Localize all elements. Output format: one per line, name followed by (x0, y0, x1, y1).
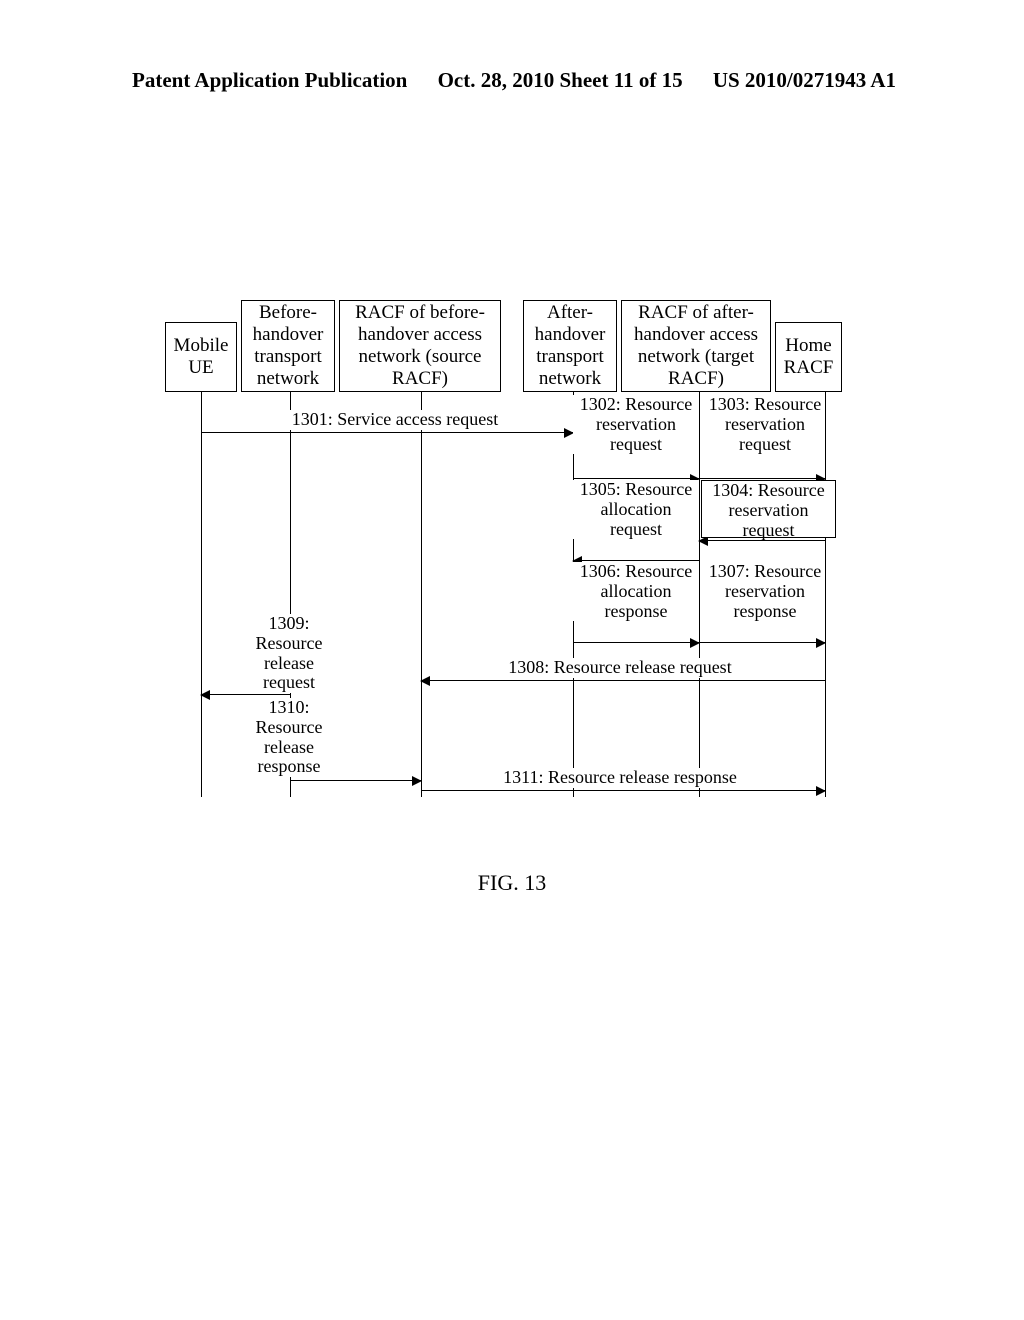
lifeline-home-racf (825, 392, 826, 797)
participants-row: Mobile UE Before-handover transport netw… (165, 300, 860, 392)
label-1308: 1308: Resource release request (435, 658, 805, 678)
label-1303: 1303: Resource reservation request (705, 395, 825, 454)
label: RACF of before-handover access network (… (340, 302, 500, 389)
label: Home RACF (776, 335, 841, 379)
participant-after-transport: After-handover transport network (523, 300, 617, 392)
figure-caption: FIG. 13 (0, 870, 1024, 896)
label-1302: 1302: Resource reservation request (573, 395, 699, 454)
label-1309: 1309: Resource release request (241, 614, 337, 693)
label-1307: 1307: Resource reservation response (705, 562, 825, 621)
label: Mobile UE (166, 335, 236, 379)
participant-source-racf: RACF of before-handover access network (… (339, 300, 501, 392)
sequence-diagram: Mobile UE Before-handover transport netw… (165, 300, 860, 800)
page-header: Patent Application Publication Oct. 28, … (0, 68, 1024, 93)
lifeline-target-racf (699, 392, 700, 797)
arrow-1308 (421, 680, 825, 681)
lifeline-mobile-ue (201, 392, 202, 797)
participant-before-transport: Before-handover transport network (241, 300, 335, 392)
arrow-1307 (699, 642, 825, 643)
label-1306: 1306: Resource allocation response (573, 562, 699, 621)
header-center-text: Oct. 28, 2010 Sheet 11 of 15 (438, 68, 683, 93)
participant-target-racf: RACF of after-handover access network (t… (621, 300, 771, 392)
page: Patent Application Publication Oct. 28, … (0, 0, 1024, 1320)
label-1305: 1305: Resource allocation request (573, 480, 699, 539)
label-1301: 1301: Service access request (255, 410, 535, 430)
arrow-1301 (201, 432, 573, 433)
participant-home-racf: Home RACF (775, 322, 842, 392)
label: After-handover transport network (524, 302, 616, 389)
arrow-1303 (699, 478, 825, 479)
header-left-text: Patent Application Publication (0, 68, 407, 93)
label-1311: 1311: Resource release response (435, 768, 805, 788)
label-1310: 1310: Resource release response (241, 698, 337, 777)
participant-mobile-ue: Mobile UE (165, 322, 237, 392)
lifelines: 1301: Service access request 1302: Resou… (165, 392, 860, 797)
arrow-1306 (573, 642, 699, 643)
arrow-1310 (290, 780, 421, 781)
label: RACF of after-handover access network (t… (622, 302, 770, 389)
lifeline-source-racf (421, 392, 422, 797)
header-right-text: US 2010/0271943 A1 (713, 68, 1024, 93)
label: Before-handover transport network (242, 302, 334, 389)
arrow-1309 (201, 694, 290, 695)
label-1304: 1304: Resource reservation request (701, 480, 836, 538)
arrow-1311 (421, 790, 825, 791)
